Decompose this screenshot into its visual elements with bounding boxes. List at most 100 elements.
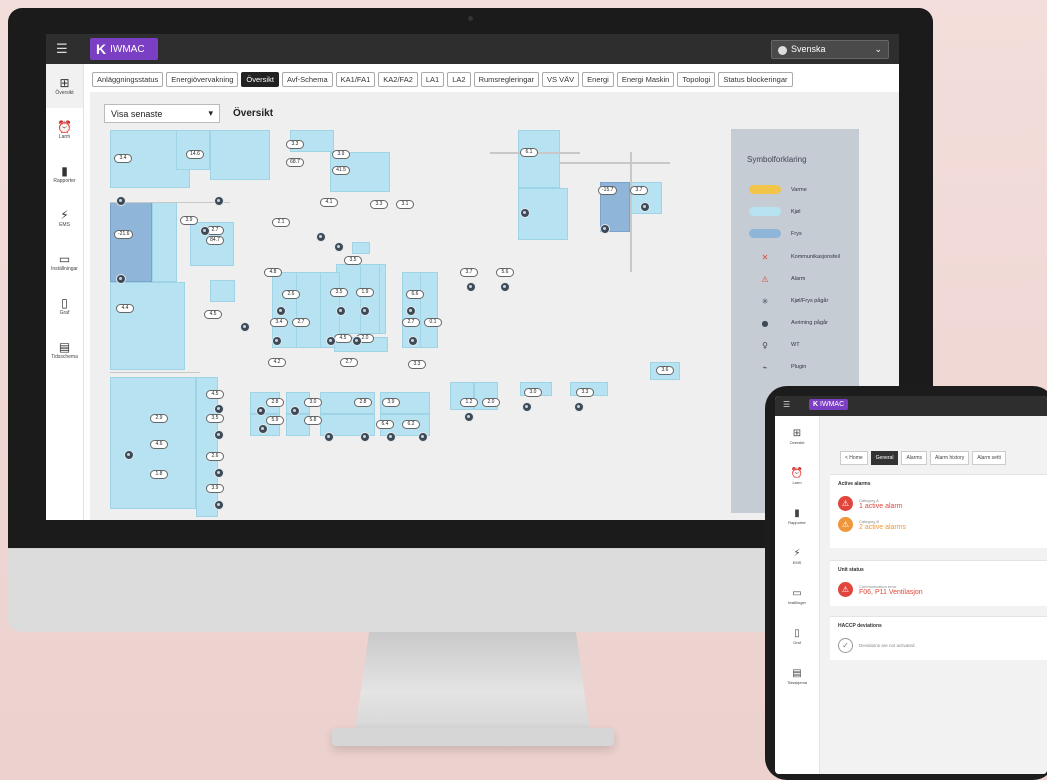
hamburger-menu-icon[interactable]: ☰ bbox=[783, 400, 790, 409]
temperature-value[interactable]: 41.5 bbox=[332, 166, 350, 175]
temperature-value[interactable]: 2.1 bbox=[272, 218, 290, 227]
tab-12[interactable]: Topologi bbox=[677, 72, 716, 87]
temperature-value[interactable]: 1.9 bbox=[356, 288, 374, 297]
tab-1[interactable]: Energiövervakning bbox=[166, 72, 239, 87]
view-select[interactable]: Visa senaste ▾ bbox=[104, 104, 220, 123]
tab-10[interactable]: Energi bbox=[582, 72, 614, 87]
sidebar-item-alarm[interactable]: ⏰ Larm bbox=[46, 108, 83, 152]
temperature-value[interactable]: 3.7 bbox=[630, 186, 648, 195]
temperature-value[interactable]: 2.0 bbox=[482, 398, 500, 407]
temperature-value[interactable]: 5.9 bbox=[266, 416, 284, 425]
tablet-tab[interactable]: Alarms bbox=[901, 451, 928, 465]
temperature-value[interactable]: 3.0 bbox=[304, 398, 322, 407]
tablet-logo[interactable]: K IWMAC bbox=[809, 399, 849, 410]
temperature-value[interactable]: 3.3 bbox=[408, 360, 426, 369]
temperature-value[interactable]: 3.7 bbox=[460, 268, 478, 277]
temperature-value[interactable]: 84.7 bbox=[206, 236, 224, 245]
temperature-value[interactable]: -15.7 bbox=[598, 186, 618, 195]
temperature-value[interactable]: 3.4 bbox=[114, 154, 132, 163]
alarm-row-category-a[interactable]: ⚠ Category A1 active alarm bbox=[830, 493, 1047, 514]
tablet-sidebar-item[interactable]: ▭ Instillinger bbox=[775, 576, 819, 616]
tablet-sidebar-item[interactable]: ▯ Graf bbox=[775, 616, 819, 656]
room-14[interactable] bbox=[352, 242, 370, 254]
room-16[interactable] bbox=[360, 264, 380, 334]
temperature-value[interactable]: 3.9 bbox=[382, 398, 400, 407]
tablet-tab[interactable]: Alarm setti bbox=[972, 451, 1006, 465]
tab-9[interactable]: VS VÄV bbox=[542, 72, 580, 87]
temperature-value[interactable]: 0.1 bbox=[424, 318, 442, 327]
temperature-value[interactable]: 1.8 bbox=[150, 470, 168, 479]
temperature-value[interactable]: 3.5 bbox=[330, 288, 348, 297]
tab-5[interactable]: KA2/FA2 bbox=[378, 72, 418, 87]
temperature-value[interactable]: 2.8 bbox=[354, 398, 372, 407]
room-5[interactable] bbox=[518, 130, 560, 188]
temperature-value[interactable]: 1.2 bbox=[460, 398, 478, 407]
tab-8[interactable]: Rumsregleringar bbox=[473, 72, 540, 87]
temperature-value[interactable]: 4.2 bbox=[268, 358, 286, 367]
temperature-value[interactable]: 68.7 bbox=[286, 158, 304, 167]
temperature-value[interactable]: 4.5 bbox=[204, 310, 222, 319]
temperature-value[interactable]: 4.8 bbox=[264, 268, 282, 277]
temperature-value[interactable]: 6.1 bbox=[520, 148, 538, 157]
tablet-sidebar-item[interactable]: ⚡ EMS bbox=[775, 536, 819, 576]
temperature-value[interactable]: 3.9 bbox=[180, 216, 198, 225]
room-2[interactable] bbox=[210, 130, 270, 180]
tablet-tab[interactable]: < Home bbox=[840, 451, 868, 465]
temperature-value[interactable]: 3.9 bbox=[206, 484, 224, 493]
sidebar-item-overview[interactable]: ⊞ Översikt bbox=[46, 64, 83, 108]
temperature-value[interactable]: 3.3 bbox=[576, 388, 594, 397]
tab-4[interactable]: KA1/FA1 bbox=[335, 72, 376, 87]
temperature-value[interactable]: 2.9 bbox=[150, 414, 168, 423]
tab-0[interactable]: Anläggningsstatus bbox=[92, 72, 164, 87]
temperature-value[interactable]: 5.8 bbox=[304, 416, 322, 425]
temperature-value[interactable]: 6.4 bbox=[376, 420, 394, 429]
room-21[interactable] bbox=[420, 272, 438, 348]
tab-11[interactable]: Energi Maskin bbox=[616, 72, 675, 87]
hamburger-menu-icon[interactable]: ☰ bbox=[56, 42, 68, 57]
tab-3[interactable]: Avf-Schema bbox=[281, 72, 333, 87]
temperature-value[interactable]: 2.7 bbox=[402, 318, 420, 327]
temperature-value[interactable]: 2.6 bbox=[282, 290, 300, 299]
temperature-value[interactable]: 2.6 bbox=[206, 452, 224, 461]
temperature-value[interactable]: 3.5 bbox=[206, 414, 224, 423]
temperature-value[interactable]: 4.4 bbox=[116, 304, 134, 313]
temperature-value[interactable]: 4.5 bbox=[334, 334, 352, 343]
temperature-value[interactable]: 4.6 bbox=[150, 440, 168, 449]
temperature-value[interactable]: 4.5 bbox=[206, 390, 224, 399]
unit-status-row[interactable]: ⚠ Communication error F06, P11 Ventilasjo… bbox=[830, 579, 1047, 600]
temperature-value[interactable]: 14.6 bbox=[186, 150, 204, 159]
alarm-row-category-b[interactable]: ⚠ Category B2 active alarms bbox=[830, 514, 1047, 535]
temperature-value[interactable]: 3.0 bbox=[524, 388, 542, 397]
tab-6[interactable]: LA1 bbox=[420, 72, 445, 87]
tab-7[interactable]: LA2 bbox=[447, 72, 471, 87]
temperature-value[interactable]: 3.9 bbox=[332, 150, 350, 159]
sidebar-item-energy[interactable]: ⚡ EMS bbox=[46, 196, 83, 240]
temperature-value[interactable]: 5.6 bbox=[496, 268, 514, 277]
tablet-sidebar-item[interactable]: ▤ Tidsskjema bbox=[775, 656, 819, 696]
temperature-value[interactable]: 4.1 bbox=[320, 198, 338, 207]
sidebar-item-calendar[interactable]: ▤ Tidsschema bbox=[46, 328, 83, 372]
temperature-value[interactable]: 3.3 bbox=[286, 140, 304, 149]
room-12[interactable] bbox=[110, 282, 185, 370]
room-13[interactable] bbox=[210, 280, 235, 302]
temperature-value[interactable]: 6.2 bbox=[402, 420, 420, 429]
temperature-value[interactable]: 3.6 bbox=[656, 366, 674, 375]
tab-2[interactable]: Översikt bbox=[241, 72, 279, 87]
temperature-value[interactable]: 2.7 bbox=[292, 318, 310, 327]
temperature-value[interactable]: 2.7 bbox=[340, 358, 358, 367]
sidebar-item-graph[interactable]: ▯ Graf bbox=[46, 284, 83, 328]
temperature-value[interactable]: 6.6 bbox=[406, 290, 424, 299]
tablet-sidebar-item[interactable]: ⏰ Larm bbox=[775, 456, 819, 496]
temperature-value[interactable]: 3.4 bbox=[270, 318, 288, 327]
temperature-value[interactable]: 3.1 bbox=[396, 200, 414, 209]
tablet-tab[interactable]: Alarm history bbox=[930, 451, 970, 465]
sidebar-item-settings[interactable]: ▭ Inställningar bbox=[46, 240, 83, 284]
tablet-sidebar-item[interactable]: ⊞ Oversikt bbox=[775, 416, 819, 456]
language-select[interactable]: Svenska ⌄ bbox=[771, 40, 889, 59]
room-10[interactable] bbox=[152, 202, 177, 282]
tablet-tab[interactable]: General bbox=[870, 451, 899, 465]
temperature-value[interactable]: 2.8 bbox=[266, 398, 284, 407]
temperature-value[interactable]: 3.3 bbox=[370, 200, 388, 209]
temperature-value[interactable]: -21.6 bbox=[114, 230, 134, 239]
tablet-sidebar-item[interactable]: ▮ Rapporter bbox=[775, 496, 819, 536]
